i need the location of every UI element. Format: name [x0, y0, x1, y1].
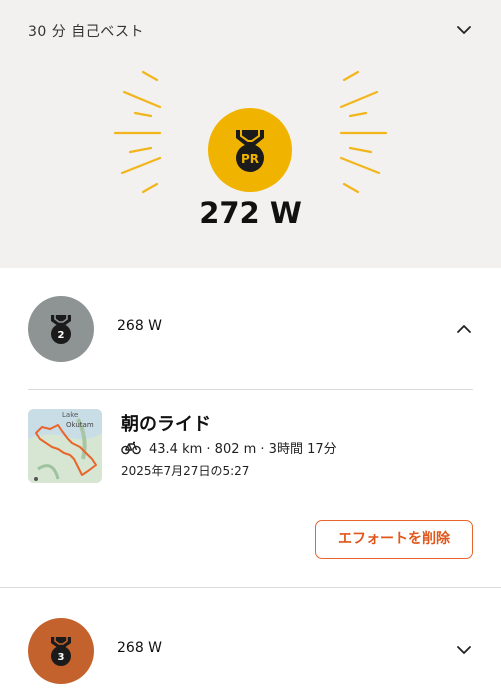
pr-medal: PR	[208, 108, 292, 192]
svg-text:Lake: Lake	[62, 411, 78, 419]
svg-text:PR: PR	[241, 152, 259, 166]
chevron-down-icon[interactable]	[455, 641, 473, 659]
divider	[0, 587, 501, 588]
delete-effort-button[interactable]: エフォートを削除	[315, 520, 473, 559]
activity-stats-text: 43.4 km · 802 m · 3時間 17分	[149, 442, 337, 457]
medal-icon: 2	[51, 315, 71, 344]
pr-value: 272 W	[199, 196, 302, 230]
svg-text:3: 3	[58, 652, 65, 663]
rank-2-medal: 2	[28, 296, 94, 362]
svg-text:2: 2	[58, 330, 65, 341]
activity-stats: 43.4 km · 802 m · 3時間 17分	[121, 438, 337, 457]
activity-title[interactable]: 朝のライド	[121, 410, 211, 436]
rank-3-medal: 3	[28, 618, 94, 684]
svg-text:Okutam: Okutam	[66, 421, 94, 429]
personal-best-header: 30 分 自己ベスト PR 272 W	[0, 0, 501, 268]
effort-value: 268 W	[117, 318, 163, 334]
effort-value: 268 W	[117, 640, 163, 656]
medal-icon: 3	[51, 637, 71, 666]
activity-map-thumbnail[interactable]: Lake Okutam	[28, 409, 102, 483]
medal-icon: PR	[236, 130, 264, 172]
activity-date: 2025年7月27日の5:27	[121, 464, 250, 478]
divider	[28, 389, 473, 390]
chevron-up-icon[interactable]	[455, 320, 473, 338]
bike-icon	[121, 441, 141, 454]
